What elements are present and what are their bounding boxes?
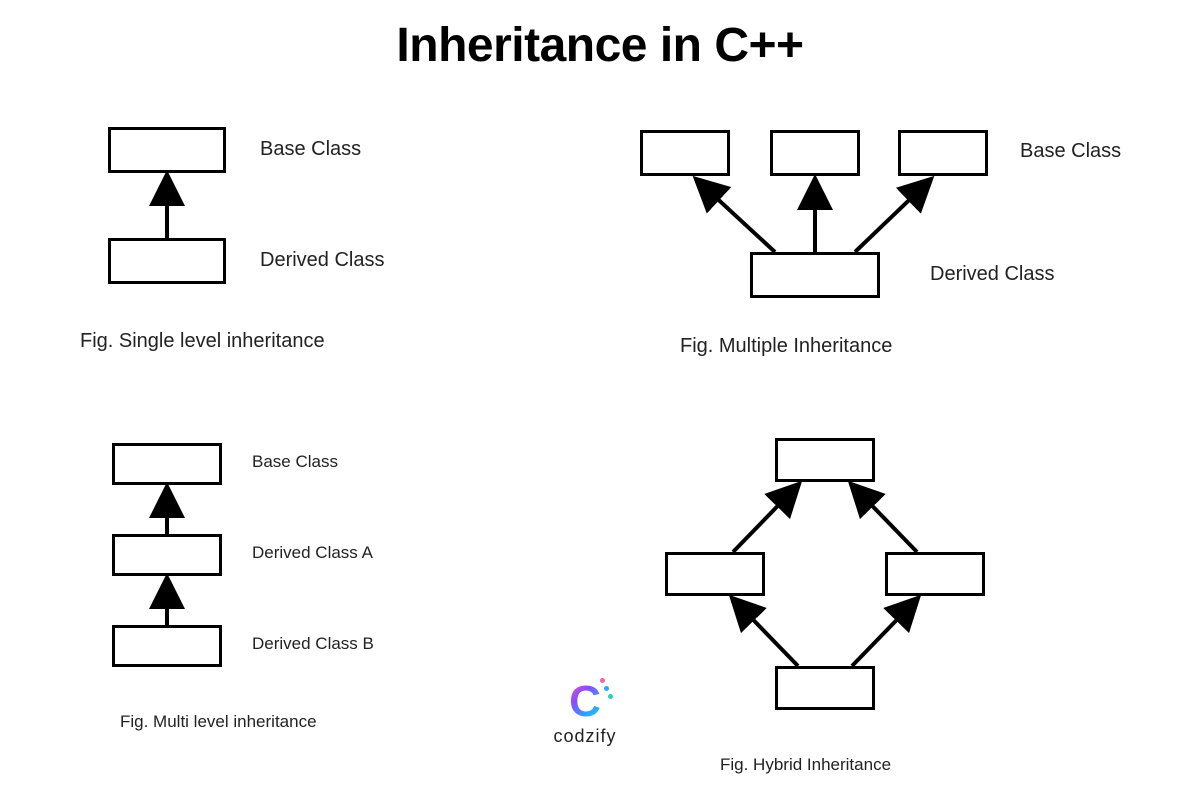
hybrid-right-box xyxy=(885,552,985,596)
multilevel-base-label: Base Class xyxy=(252,452,338,472)
page-title: Inheritance in C++ xyxy=(0,18,1200,73)
hybrid-left-box xyxy=(665,552,765,596)
multiple-derived-box xyxy=(750,252,880,298)
single-caption: Fig. Single level inheritance xyxy=(80,330,325,353)
single-base-box xyxy=(108,127,226,173)
multilevel-derived-a-label: Derived Class A xyxy=(252,543,373,563)
multiple-caption: Fig. Multiple Inheritance xyxy=(680,335,892,358)
multilevel-derived-b-label: Derived Class B xyxy=(252,634,374,654)
hybrid-top-box xyxy=(775,438,875,482)
brand-logo-glyph: C xyxy=(569,680,601,724)
single-base-label: Base Class xyxy=(260,138,361,161)
multiple-base-box-3 xyxy=(898,130,988,176)
multilevel-derived-a-box xyxy=(112,534,222,576)
single-derived-box xyxy=(108,238,226,284)
single-derived-label: Derived Class xyxy=(260,249,384,272)
brand-logo: C codzify xyxy=(540,680,630,747)
multiple-base-box-2 xyxy=(770,130,860,176)
multilevel-base-box xyxy=(112,443,222,485)
multiple-derived-label: Derived Class xyxy=(930,263,1054,286)
multiple-base-label: Base Class xyxy=(1020,140,1121,163)
brand-name: codzify xyxy=(540,726,630,747)
multilevel-caption: Fig. Multi level inheritance xyxy=(120,712,317,732)
multiple-base-box-1 xyxy=(640,130,730,176)
multilevel-derived-b-box xyxy=(112,625,222,667)
hybrid-caption: Fig. Hybrid Inheritance xyxy=(720,755,891,775)
hybrid-bottom-box xyxy=(775,666,875,710)
